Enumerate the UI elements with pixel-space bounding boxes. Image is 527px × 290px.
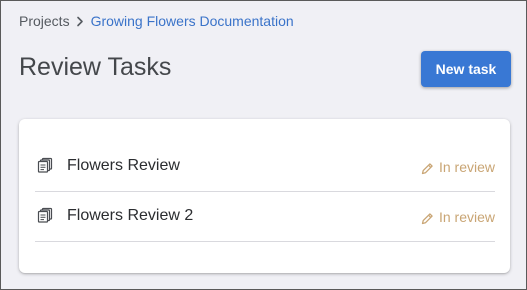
chevron-right-icon	[76, 16, 84, 27]
task-row[interactable]: Flowers Review 2 In review	[35, 192, 495, 242]
pencil-icon	[421, 211, 434, 224]
task-list: Flowers Review In review Flowers Review …	[35, 142, 495, 242]
breadcrumb-project-link[interactable]: Growing Flowers Documentation	[91, 12, 294, 30]
task-name[interactable]: Flowers Review	[67, 156, 180, 176]
documents-stack-icon	[37, 157, 53, 173]
breadcrumb: Projects Growing Flowers Documentation	[19, 12, 294, 30]
status-badge: In review	[421, 208, 495, 226]
status-label: In review	[438, 209, 495, 225]
app-window: Projects Growing Flowers Documentation R…	[0, 0, 527, 290]
tasks-card: Flowers Review In review Flowers Review …	[19, 119, 510, 273]
pencil-icon	[421, 161, 434, 174]
breadcrumb-projects-link[interactable]: Projects	[19, 12, 70, 30]
task-row[interactable]: Flowers Review In review	[35, 142, 495, 192]
status-badge: In review	[421, 158, 495, 176]
page-title: Review Tasks	[19, 53, 172, 81]
task-name[interactable]: Flowers Review 2	[67, 206, 193, 226]
status-label: In review	[438, 159, 495, 175]
new-task-button[interactable]: New task	[421, 51, 511, 87]
documents-stack-icon	[37, 207, 53, 223]
